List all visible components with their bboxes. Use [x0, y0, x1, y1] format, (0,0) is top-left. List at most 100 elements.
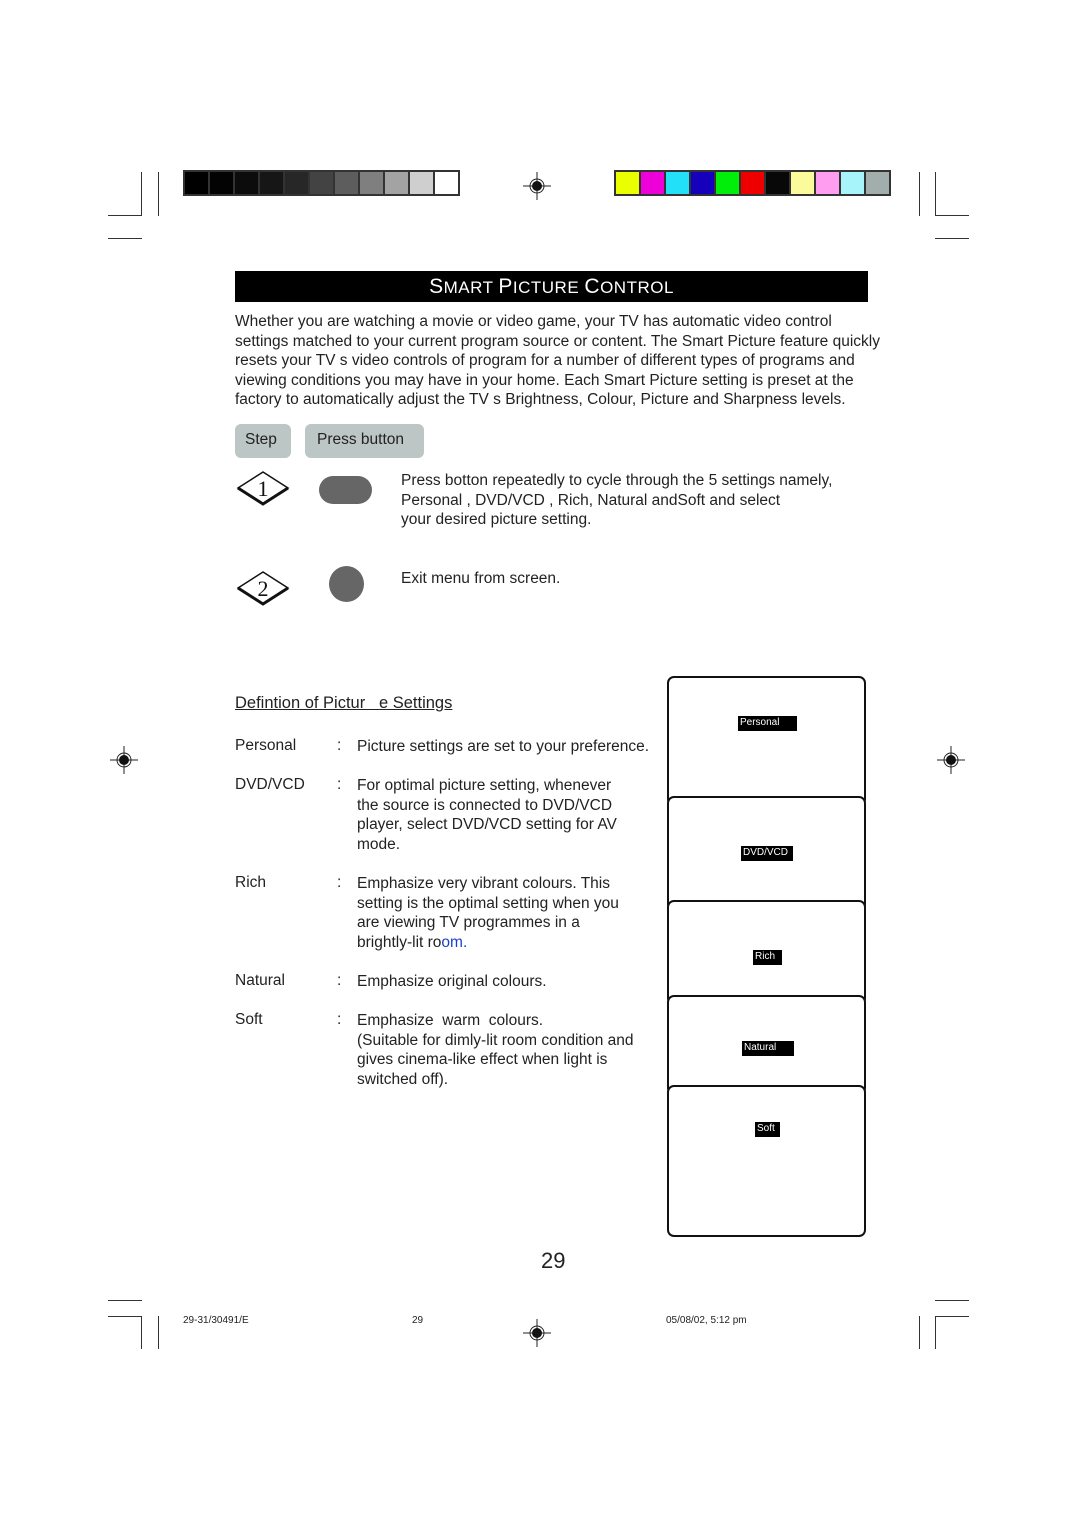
page-number: 29: [541, 1248, 566, 1273]
intro-line: factory to automatically adjust the TV s…: [235, 391, 846, 409]
desc-line: (Suitable for dimly-lit room condition a…: [357, 1031, 634, 1049]
osd-label: Rich: [753, 950, 782, 965]
round-remote-button-icon: [329, 566, 364, 602]
crop-mark: [158, 172, 159, 216]
gray-swatch: [210, 172, 233, 194]
crop-mark: [108, 215, 142, 216]
screen-rich: Rich: [667, 900, 866, 1005]
gray-swatch: [335, 172, 358, 194]
colon: :: [337, 776, 342, 793]
desc-line: Emphasize original colours.: [357, 973, 547, 990]
step-2-diamond-icon: 2: [236, 571, 290, 606]
registration-mark-icon: [937, 746, 965, 774]
desc-line: player, select DVD/VCD setting for AV: [357, 816, 617, 834]
step-line: Press botton repeatedly to cycle through…: [401, 472, 833, 489]
gray-swatch: [310, 172, 333, 194]
color-swatch: [791, 172, 814, 194]
gray-swatch: [235, 172, 258, 194]
crop-mark: [935, 1316, 936, 1349]
colon: :: [337, 737, 342, 754]
crop-mark: [935, 215, 969, 216]
desc-personal: Picture settings are set to your prefere…: [357, 737, 677, 757]
step-1-instructions: Press botton repeatedly to cycle through…: [401, 471, 871, 530]
osd-label: Personal: [738, 716, 797, 731]
desc-line: gives cinema-like effect when light is: [357, 1051, 608, 1069]
screen-personal: Personal: [667, 676, 866, 806]
title-initial: P: [498, 275, 513, 298]
oval-remote-button-icon: [319, 476, 372, 504]
crop-mark: [141, 1316, 142, 1349]
registration-mark-icon: [110, 746, 138, 774]
step-2-instructions: Exit menu from screen.: [401, 569, 871, 589]
gray-swatch: [260, 172, 283, 194]
color-swatch: [616, 172, 639, 194]
footer-timestamp: 05/08/02, 5:12 pm: [666, 1315, 747, 1326]
step-line: Exit menu from screen.: [401, 570, 561, 587]
color-swatch: [866, 172, 889, 194]
gray-swatch: [410, 172, 433, 194]
intro-line: settings matched to your current program…: [235, 332, 880, 350]
colon: :: [337, 1011, 342, 1028]
registration-mark-icon: [523, 1319, 551, 1347]
screen-natural: Natural: [667, 995, 866, 1095]
color-swatch: [691, 172, 714, 194]
crop-mark: [935, 238, 969, 239]
desc-line: Emphasize very vibrant colours. This: [357, 875, 610, 892]
term-rich: Rich: [235, 874, 267, 891]
intro-line: resets your TV s video controls of progr…: [235, 352, 855, 370]
osd-label: Natural: [742, 1041, 794, 1056]
step-column-header: Step: [235, 424, 291, 458]
title-initial: S: [429, 275, 444, 298]
desc-line: brightly-lit room.: [357, 933, 667, 953]
desc-dvd-vcd: For optimal picture setting, whenever th…: [357, 776, 667, 854]
intro-line: viewing conditions you may have in your …: [235, 371, 854, 389]
title-rest: ICTURE: [512, 278, 585, 297]
desc-line: are viewing TV programmes in a: [357, 914, 580, 932]
color-swatch: [766, 172, 789, 194]
title-rest: MART: [443, 278, 499, 297]
term-soft: Soft: [235, 1011, 263, 1028]
desc-text-highlight: om.: [441, 933, 468, 951]
desc-line: For optimal picture setting, whenever: [357, 777, 612, 794]
intro-line: Whether you are watching a movie or vide…: [235, 313, 832, 330]
term-natural: Natural: [235, 972, 285, 989]
gray-swatch: [385, 172, 408, 194]
desc-line: setting is the optimal setting when you: [357, 894, 619, 912]
intro-paragraph: Whether you are watching a movie or vide…: [235, 312, 925, 410]
desc-line: Picture settings are set to your prefere…: [357, 738, 650, 755]
step-line: Personal , DVD/VCD , Rich, Natural andSo…: [401, 491, 781, 509]
grayscale-calibration-bar: [183, 170, 460, 196]
crop-mark: [919, 1316, 920, 1349]
registration-mark-icon: [523, 172, 551, 200]
colon: :: [337, 874, 342, 891]
color-swatch: [841, 172, 864, 194]
color-swatch: [641, 172, 664, 194]
desc-rich: Emphasize very vibrant colours. This set…: [357, 874, 667, 952]
title-initial: C: [584, 275, 601, 298]
gray-swatch: [285, 172, 308, 194]
crop-mark: [108, 238, 142, 239]
desc-line: switched off).: [357, 1070, 449, 1088]
footer-doc-code: 29-31/30491/E: [183, 1315, 249, 1326]
desc-text: brightly-lit ro: [357, 933, 442, 951]
crop-mark: [108, 1316, 142, 1317]
desc-natural: Emphasize original colours.: [357, 972, 667, 992]
page-title: SMART PICTURE CONTROL: [235, 271, 868, 302]
osd-label: DVD/VCD: [741, 846, 793, 861]
definitions-heading: Defintion of Pictur e Settings: [235, 694, 453, 712]
osd-label: Soft: [755, 1122, 780, 1137]
crop-mark: [158, 1316, 159, 1349]
gray-swatch: [435, 172, 458, 194]
colon: :: [337, 972, 342, 989]
crop-mark: [935, 1300, 969, 1301]
gray-swatch: [360, 172, 383, 194]
step-line: your desired picture setting.: [401, 511, 592, 529]
desc-line: Emphasize warm colours.: [357, 1012, 544, 1029]
crop-mark: [935, 172, 936, 216]
svg-text:1: 1: [258, 476, 269, 501]
gray-swatch: [185, 172, 208, 194]
step-1-diamond-icon: 1: [236, 471, 290, 506]
press-button-column-header: Press button: [305, 424, 424, 458]
desc-soft: Emphasize warm colours. (Suitable for di…: [357, 1011, 667, 1089]
color-calibration-bar: [614, 170, 891, 196]
